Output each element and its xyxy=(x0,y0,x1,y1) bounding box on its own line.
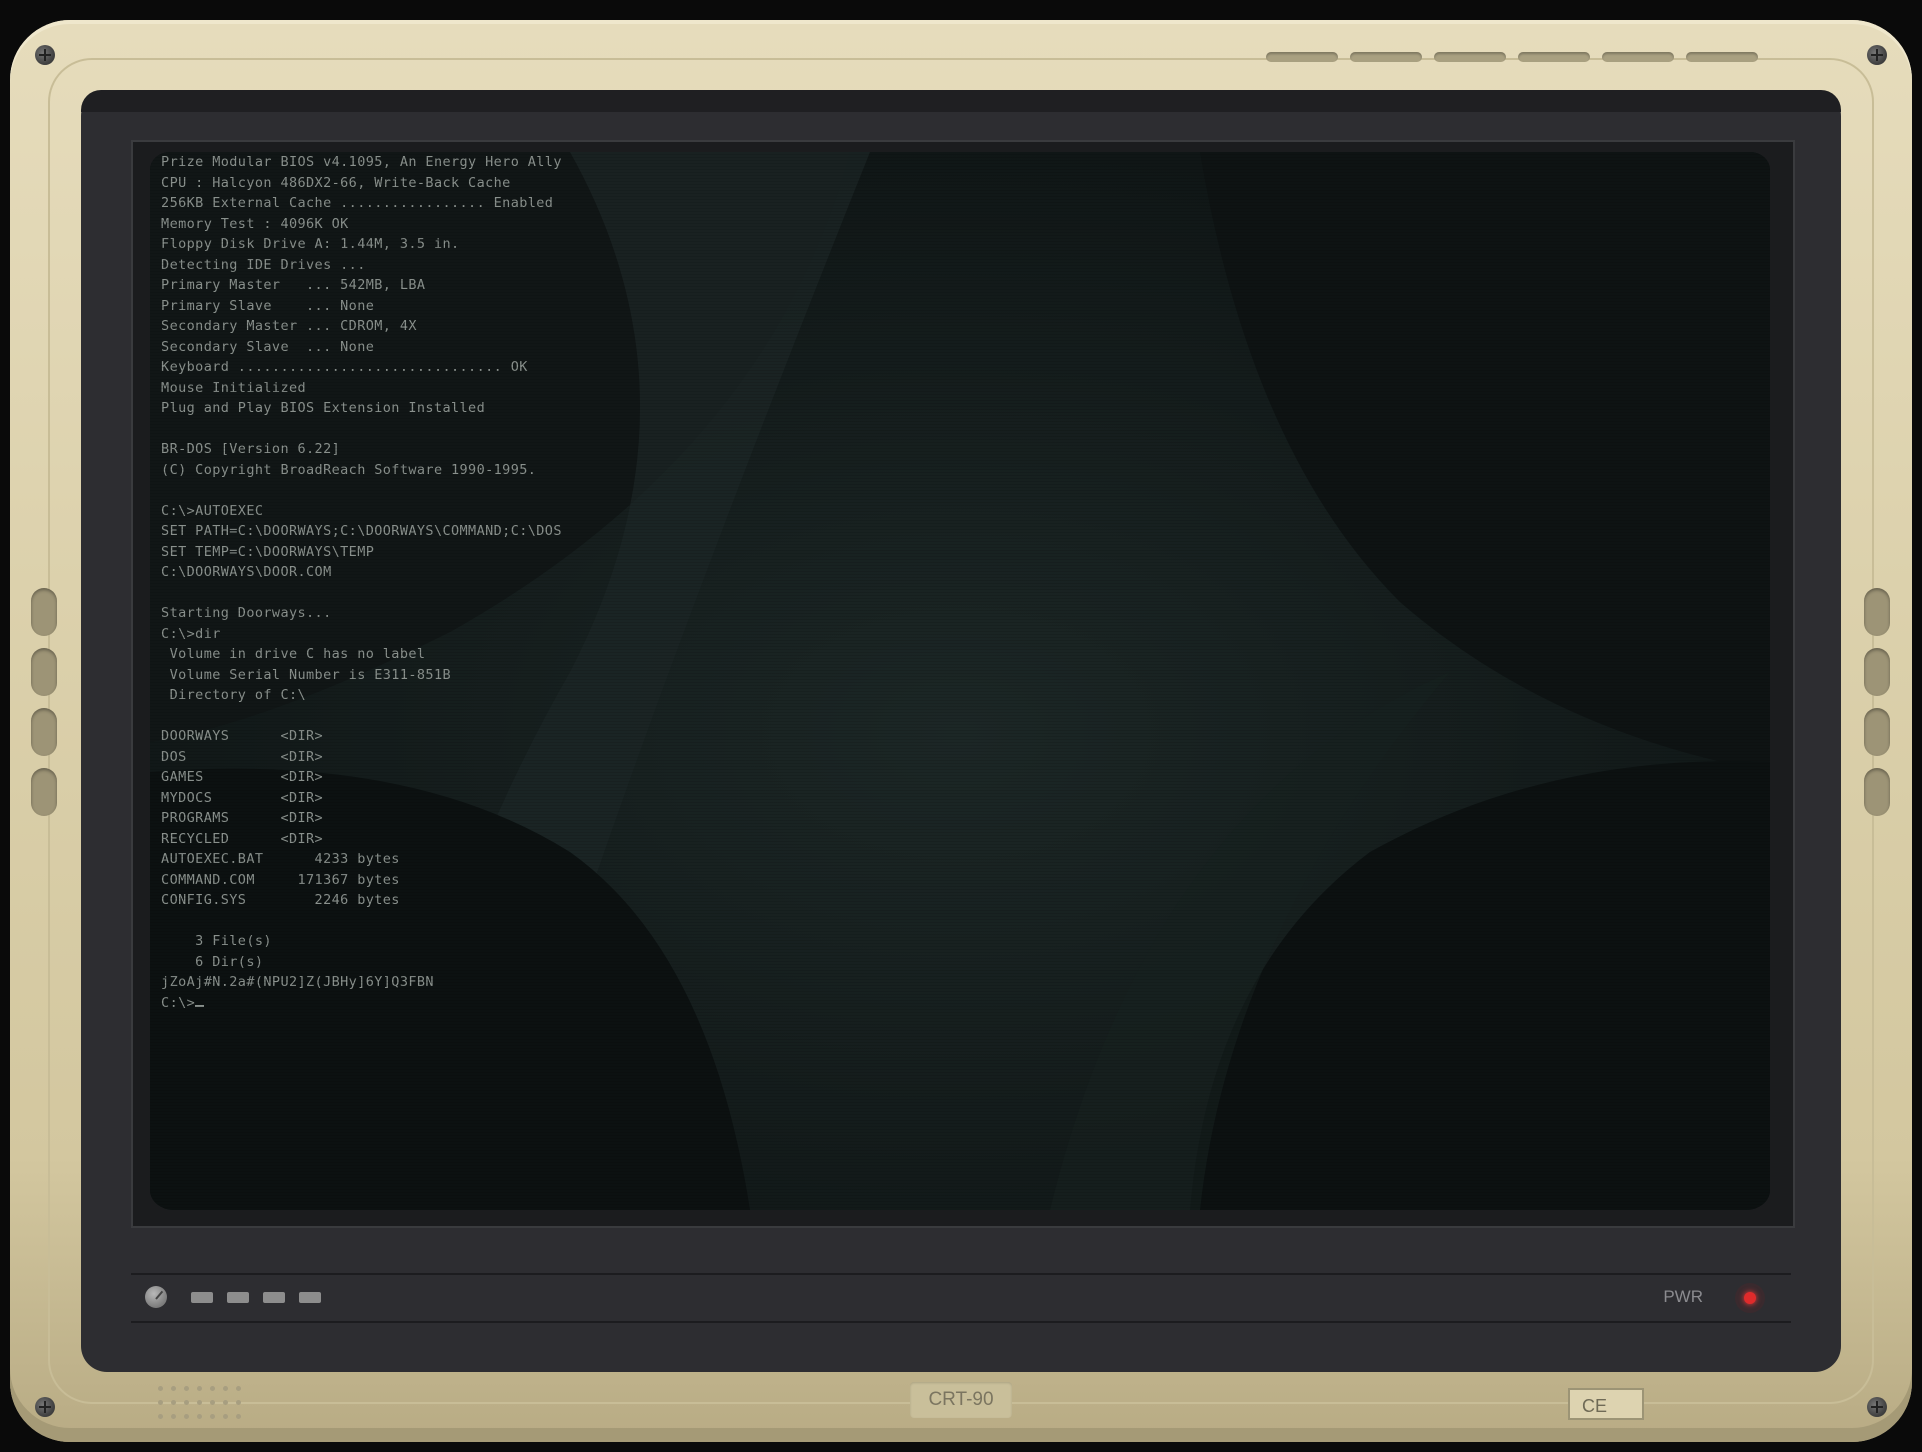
left-side-button[interactable] xyxy=(31,648,57,696)
speaker-hole xyxy=(223,1414,228,1419)
terminal-line: CONFIG.SYS 2246 bytes xyxy=(150,892,400,908)
terminal-line: Primary Slave ... None xyxy=(150,297,375,314)
terminal-line: Detecting IDE Drives ... xyxy=(150,256,366,273)
control-button-2[interactable] xyxy=(227,1292,249,1303)
speaker-hole xyxy=(210,1414,215,1419)
speaker-grille xyxy=(158,1386,248,1426)
control-bar: PWR xyxy=(131,1273,1791,1323)
text-cursor xyxy=(195,1004,205,1007)
terminal-line: Volume Serial Number is E311-851B xyxy=(150,666,451,683)
terminal-line: SET PATH=C:\DOORWAYS;C:\DOORWAYS\COMMAND… xyxy=(150,523,562,539)
terminal-line: Volume in drive C has no label xyxy=(150,646,426,662)
terminal-line: Memory Test : 4096K OK xyxy=(150,215,349,232)
right-side-button[interactable] xyxy=(1864,588,1890,636)
power-button[interactable] xyxy=(1735,1283,1765,1313)
terminal-line: (C) Copyright BroadReach Software 1990-1… xyxy=(150,461,537,478)
terminal-line: 3 File(s) xyxy=(150,933,272,949)
brightness-knob[interactable] xyxy=(145,1286,167,1308)
top-vent xyxy=(1434,52,1506,62)
screw-icon xyxy=(1867,45,1887,65)
speaker-hole xyxy=(184,1400,189,1405)
terminal-line: SET TEMP=C:\DOORWAYS\TEMP xyxy=(150,543,375,560)
top-vent xyxy=(1518,52,1590,62)
terminal-line: jZoAj#N.2a#(NPU2]Z(JBHy]6Y]Q3FBN xyxy=(150,974,434,990)
screw-icon xyxy=(35,1397,55,1417)
speaker-hole xyxy=(236,1386,241,1391)
ce-mark: CE xyxy=(1568,1388,1644,1420)
terminal-line: Floppy Disk Drive A: 1.44M, 3.5 in. xyxy=(150,236,460,252)
top-vent xyxy=(1686,52,1758,62)
speaker-hole xyxy=(171,1414,176,1419)
prompt-text: C:\> xyxy=(161,994,196,1011)
terminal-line: C:\DOORWAYS\DOOR.COM xyxy=(150,564,332,580)
speaker-hole xyxy=(236,1400,241,1405)
left-side-button[interactable] xyxy=(31,588,57,636)
terminal-line: RECYCLED <DIR> xyxy=(150,830,324,847)
screw-icon xyxy=(1867,1397,1887,1417)
terminal-line: Secondary Master ... CDROM, 4X xyxy=(150,318,417,334)
speaker-hole xyxy=(223,1386,228,1391)
right-side-button[interactable] xyxy=(1864,708,1890,756)
control-button-4[interactable] xyxy=(299,1292,321,1303)
model-badge: CRT-90 xyxy=(910,1382,1012,1418)
terminal-line: Prize Modular BIOS v4.1095, An Energy He… xyxy=(150,154,562,170)
speaker-hole xyxy=(197,1400,202,1405)
speaker-hole xyxy=(210,1386,215,1391)
speaker-hole xyxy=(184,1386,189,1391)
right-side-button[interactable] xyxy=(1864,768,1890,816)
housing-top-lip xyxy=(81,90,1841,112)
terminal-line: Plug and Play BIOS Extension Installed xyxy=(150,400,486,416)
terminal-line: Starting Doorways... xyxy=(150,605,332,621)
speaker-hole xyxy=(158,1386,163,1391)
speaker-hole xyxy=(158,1414,163,1419)
terminal-line: C:\>AUTOEXEC xyxy=(150,502,264,519)
speaker-hole xyxy=(236,1414,241,1419)
command-prompt[interactable]: C:\> xyxy=(150,993,1144,1014)
top-vent xyxy=(1266,52,1338,62)
speaker-hole xyxy=(197,1386,202,1391)
terminal-line: COMMAND.COM 171367 bytes xyxy=(150,871,400,888)
terminal-line: Keyboard ...............................… xyxy=(150,359,528,375)
terminal-line: AUTOEXEC.BAT 4233 bytes xyxy=(150,851,400,867)
terminal-line: Primary Master ... 542MB, LBA xyxy=(150,277,426,293)
terminal-line: C:\>dir xyxy=(150,625,221,642)
terminal-line: 6 Dir(s) xyxy=(150,953,264,970)
power-label: PWR xyxy=(1663,1287,1703,1306)
right-side-button[interactable] xyxy=(1864,648,1890,696)
speaker-hole xyxy=(223,1400,228,1405)
terminal-line: 256KB External Cache ................. E… xyxy=(150,195,554,211)
speaker-hole xyxy=(171,1386,176,1391)
screw-icon xyxy=(35,45,55,65)
top-vent xyxy=(1602,52,1674,62)
control-button-1[interactable] xyxy=(191,1292,213,1303)
terminal-line: MYDOCS <DIR> xyxy=(150,789,324,806)
terminal-line: BR-DOS [Version 6.22] xyxy=(150,441,341,457)
top-vent xyxy=(1350,52,1422,62)
terminal-output: Prize Modular BIOS v4.1095, An Energy He… xyxy=(150,152,1144,1013)
left-side-button[interactable] xyxy=(31,768,57,816)
terminal-line: DOS <DIR> xyxy=(150,748,324,765)
speaker-hole xyxy=(210,1400,215,1405)
terminal-line: Secondary Slave ... None xyxy=(150,338,375,355)
speaker-hole xyxy=(197,1414,202,1419)
left-side-button[interactable] xyxy=(31,708,57,756)
speaker-hole xyxy=(171,1400,176,1405)
terminal-line: PROGRAMS <DIR> xyxy=(150,810,324,826)
speaker-hole xyxy=(158,1400,163,1405)
terminal-line: Mouse Initialized xyxy=(150,379,307,396)
crt-screen[interactable]: Prize Modular BIOS v4.1095, An Energy He… xyxy=(150,152,1770,1210)
terminal-line: Directory of C:\ xyxy=(150,687,307,703)
control-button-3[interactable] xyxy=(263,1292,285,1303)
terminal-line: DOORWAYS <DIR> xyxy=(150,728,324,744)
terminal-line: CPU : Halcyon 486DX2-66, Write-Back Cach… xyxy=(150,174,511,191)
speaker-hole xyxy=(184,1414,189,1419)
terminal-line: GAMES <DIR> xyxy=(150,769,324,785)
